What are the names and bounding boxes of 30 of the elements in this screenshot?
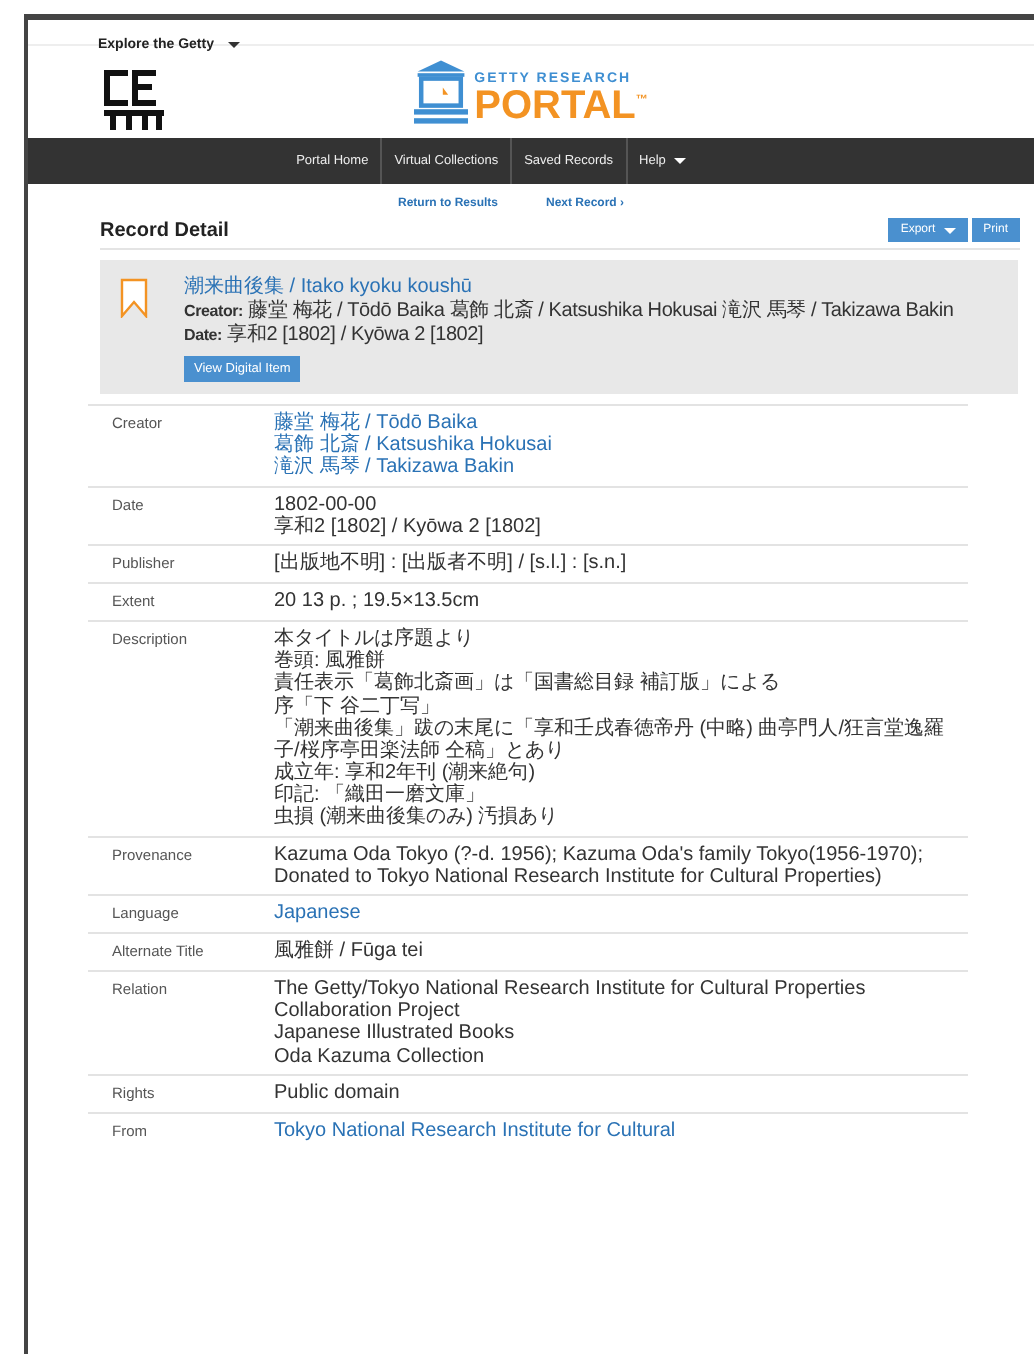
field-value: 序「下 谷二丁写」 [274,695,442,717]
field-value: 「潮来曲後集」跋の末尾に「享和壬戌春徳帝丹 (中略) 曲亭門人/狂言堂逸羅子/桜序亭田楽法師 仝稿」とあり [274,717,946,762]
field-link[interactable]: 藤堂 梅花 / Tōdō Baika [274,412,552,435]
field-link[interactable]: 滝沢 馬琴 / Takizawa Bakin [274,456,552,480]
summary-field: Creator: 藤堂 梅花 / Tōdō Baika 葛飾 北斎 / Katsushika Hokusai 滝沢 馬琴 / Takizawa Bakin [184,302,954,323]
field-value: Kazuma Oda Tokyo (?-d. 1956); Kazuma Oda's family Tokyo(1956-1970); Donated to Tokyo National Research Institute for Cultural Properties) [274,843,925,888]
logo-title: PORTAL$^{™}$ [474,85,648,125]
field-value: Oda Kazuma Collection [274,1045,487,1068]
field-value: 虫損 (潮来曲後集のみ) 汚損あり [274,806,561,830]
field-value: 印記: 「織田一磨文庫」 [274,784,486,807]
building-icon [414,59,469,125]
field-link[interactable]: Japanese [274,902,361,925]
field-value: 本タイトルは序題より [274,627,476,650]
field-value: 巻頭: 風雅餅 [274,650,386,673]
field-value: Japanese Illustrated Books [274,1022,517,1046]
field-value: 責任表示「葛飾北斎画」は「国書総目録 補訂版」による [274,672,782,695]
page-heading: Record Detail [100,220,229,242]
field-link[interactable]: Tokyo National Research Institute for Cultural [274,1119,676,1142]
summary-field: Date: 享和2 [1802] / Kyōwa 2 [1802] [184,325,954,346]
field-value: 風雅餅 / Fūga tei [274,940,423,963]
field-value: The Getty/Tokyo National Research Institute for Cultural Properties Collaboration Project [274,978,868,1023]
field-value: 20 13 p. ; 19.5×13.5cm [274,589,480,613]
field-value: [出版地不明] : [出版者不明] / [s.l.] : [s.n.] [274,551,627,575]
getty-logo-icon[interactable] [104,70,164,130]
field-value: 1802-00-00 [274,493,379,516]
field-value: 成立年: 享和2年刊 (潮来絶句) [274,762,538,785]
field-value: Public domain [274,1081,400,1104]
field-value: 享和2 [1802] / Kyōwa 2 [1802] [274,515,541,538]
record-title[interactable]: 潮来曲後集 / Itako kyoku koushū [184,272,954,300]
field-link[interactable]: 葛飾 北斎 / Katsushika Hokusai [274,434,552,457]
